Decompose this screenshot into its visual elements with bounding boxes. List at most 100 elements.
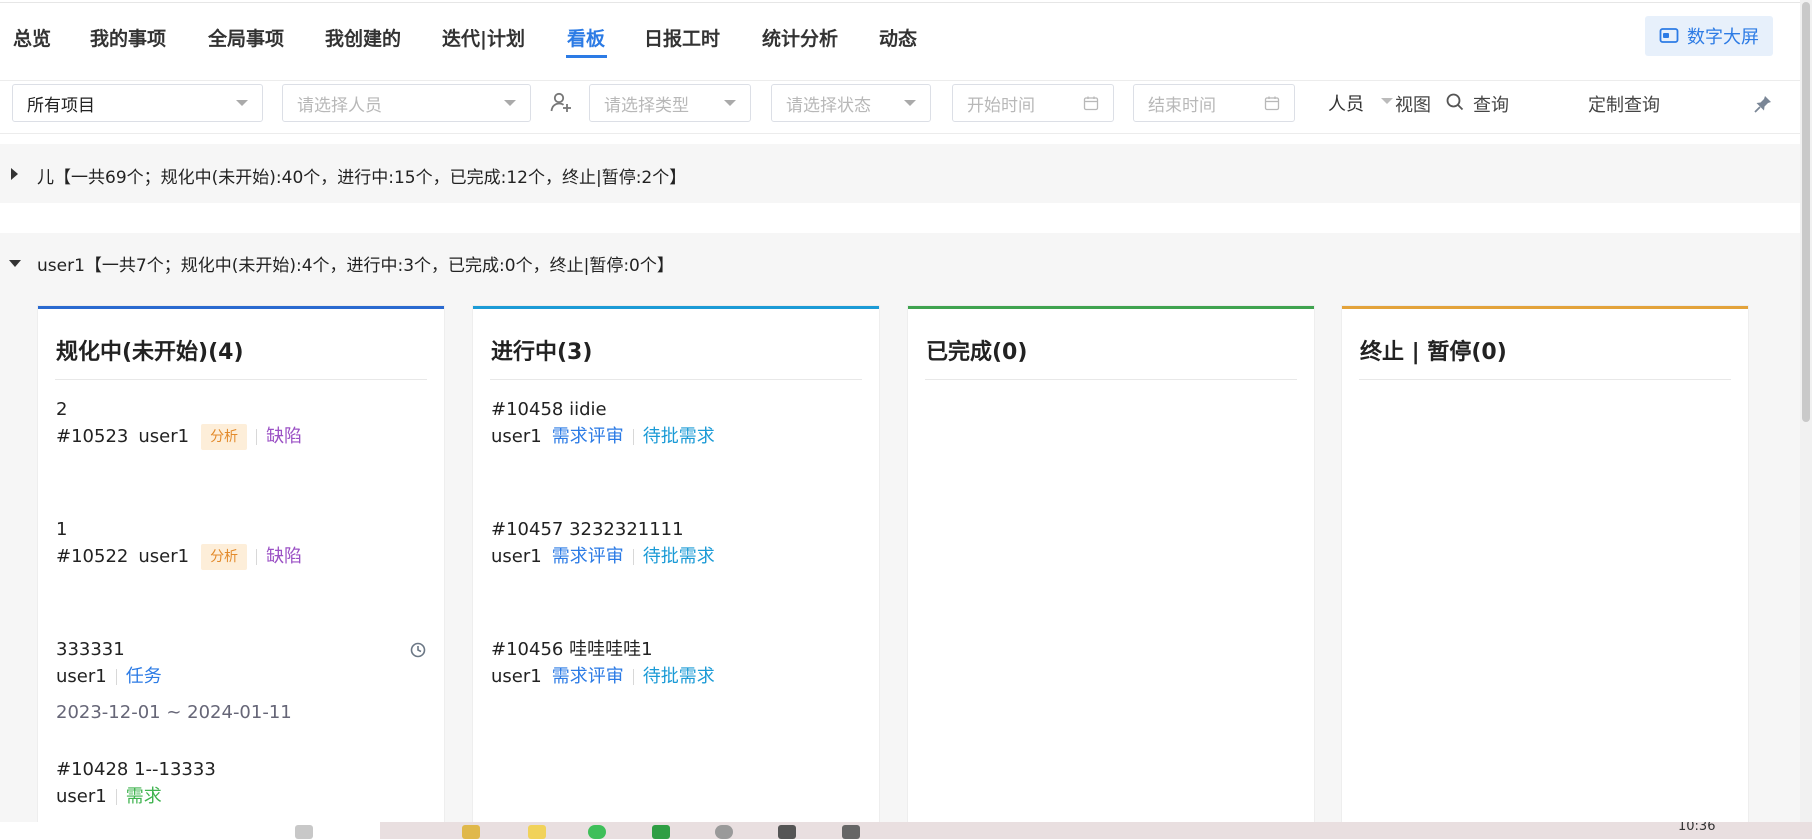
- card-meta: user1 需求评审 待批需求: [491, 424, 862, 450]
- chevron-down-icon: [236, 100, 248, 106]
- card-type: 缺陷: [266, 546, 303, 567]
- column-divider: [55, 379, 427, 380]
- start-date-placeholder: 开始时间: [967, 95, 1035, 116]
- app-icon[interactable]: [842, 825, 860, 839]
- card-meta: user1 需求评审 待批需求: [491, 544, 862, 570]
- app-icon[interactable]: [715, 825, 733, 839]
- card-type: 需求: [125, 786, 162, 807]
- separator: [632, 429, 634, 445]
- group-title[interactable]: user1【一共7个；规化中(未开始):4个，进行中:3个，已完成:0个，终止|…: [37, 251, 674, 276]
- kanban-card[interactable]: 2 #10523 user1 分析 缺陷: [56, 398, 427, 450]
- status-select[interactable]: 请选择状态: [771, 84, 931, 122]
- card-title: #10457 3232321111: [491, 519, 684, 540]
- caret-down-icon[interactable]: [9, 260, 21, 267]
- nav-item-my-items[interactable]: 我的事项: [90, 27, 166, 51]
- kanban-column-paused: 终止 | 暂停(0): [1342, 306, 1748, 836]
- card-user: user1: [491, 666, 542, 687]
- kanban-column-in-progress: 进行中(3) #10458 iidie user1 需求评审 待批需求 #104…: [473, 306, 879, 836]
- project-select[interactable]: 所有项目: [12, 84, 263, 122]
- chevron-down-icon: [724, 100, 736, 106]
- kanban-card[interactable]: #10457 3232321111 user1 需求评审 待批需求: [491, 518, 862, 570]
- group-header-collapsed[interactable]: 儿【一共69个；规化中(未开始):40个，进行中:15个，已完成:12个，终止|…: [0, 144, 1800, 203]
- nav-item-kanban[interactable]: 看板: [567, 27, 605, 51]
- person-select[interactable]: 请选择人员: [282, 84, 531, 122]
- taskbar-search-area[interactable]: [0, 822, 380, 839]
- type-select[interactable]: 请选择类型: [589, 84, 751, 122]
- caret-right-icon[interactable]: [11, 168, 18, 180]
- calendar-icon: [1083, 96, 1099, 111]
- app-icon[interactable]: [588, 825, 606, 839]
- query-button[interactable]: 查询: [1473, 91, 1509, 117]
- kanban-card[interactable]: #10456 哇哇哇哇1 user1 需求评审 待批需求: [491, 638, 862, 690]
- add-user-icon[interactable]: [549, 90, 573, 114]
- card-stage: 需求评审: [551, 546, 624, 567]
- column-title: 终止 | 暂停(0): [1360, 340, 1507, 365]
- vertical-scrollbar[interactable]: [1800, 0, 1812, 822]
- custom-query-button[interactable]: 定制查询: [1588, 91, 1660, 117]
- nav-item-activity[interactable]: 动态: [879, 27, 917, 51]
- app-icon[interactable]: [295, 825, 313, 839]
- folder-icon[interactable]: [462, 825, 480, 839]
- card-type: 待批需求: [642, 666, 715, 687]
- search-icon[interactable]: [1444, 91, 1466, 113]
- card-stage: 需求评审: [551, 666, 624, 687]
- card-id: #10522: [56, 546, 129, 567]
- digital-screen-label: 数字大屏: [1687, 27, 1759, 48]
- card-user: user1: [491, 546, 542, 567]
- clock-time[interactable]: 10:36: [1678, 822, 1715, 834]
- card-user: user1: [491, 426, 542, 447]
- view-label[interactable]: 视图: [1395, 91, 1431, 117]
- chevron-down-icon: [504, 100, 516, 106]
- os-taskbar: 10:36: [0, 822, 1812, 839]
- card-title: 2: [56, 399, 68, 420]
- person-select-placeholder: 请选择人员: [297, 95, 382, 116]
- chevron-down-icon[interactable]: [1381, 98, 1393, 104]
- card-user: user1: [138, 546, 190, 567]
- kanban-card[interactable]: 1 #10522 user1 分析 缺陷: [56, 518, 427, 570]
- column-title: 进行中(3): [491, 340, 593, 365]
- kanban-page: 总览 我的事项 全局事项 我创建的 迭代|计划 看板 日报工时 统计分析 动态 …: [0, 0, 1812, 839]
- kanban-card[interactable]: 333331 user1 任务 2023-12-01 ~ 2024-01-11: [56, 638, 427, 723]
- filter-bar: 所有项目 请选择人员 请选择类型 请选择状态 开始时间 结束时间: [0, 80, 1800, 134]
- screen-icon: [1659, 28, 1679, 43]
- digital-screen-button[interactable]: 数字大屏: [1645, 16, 1773, 56]
- separator: [115, 669, 117, 685]
- end-date-input[interactable]: 结束时间: [1133, 84, 1295, 122]
- column-divider: [925, 379, 1297, 380]
- main-area: 总览 我的事项 全局事项 我创建的 迭代|计划 看板 日报工时 统计分析 动态 …: [0, 0, 1800, 836]
- group-title: 儿【一共69个；规化中(未开始):40个，进行中:15个，已完成:12个，终止|…: [37, 168, 687, 188]
- active-tab-underline: [566, 55, 607, 58]
- pin-icon[interactable]: [1753, 94, 1773, 114]
- separator: [256, 549, 258, 565]
- clock-icon: [410, 642, 426, 658]
- card-meta: user1 需求: [56, 784, 427, 810]
- people-dimension-label[interactable]: 人员: [1328, 90, 1364, 116]
- stage-tag: 分析: [201, 544, 248, 570]
- card-title: #10428 1--13333: [56, 759, 216, 780]
- nav-item-overview[interactable]: 总览: [13, 27, 51, 51]
- nav-item-iteration-plan[interactable]: 迭代|计划: [442, 27, 525, 51]
- kanban-card[interactable]: #10458 iidie user1 需求评审 待批需求: [491, 398, 862, 450]
- card-date-range: 2023-12-01 ~ 2024-01-11: [56, 702, 292, 723]
- kanban-card[interactable]: #10428 1--13333 user1 需求: [56, 758, 427, 810]
- calendar-icon: [1264, 96, 1280, 111]
- project-select-value: 所有项目: [27, 95, 95, 116]
- card-user: user1: [56, 666, 107, 687]
- type-select-placeholder: 请选择类型: [604, 95, 689, 116]
- scrollbar-thumb[interactable]: [1802, 2, 1810, 422]
- end-date-placeholder: 结束时间: [1148, 95, 1216, 116]
- nav-item-statistics[interactable]: 统计分析: [762, 27, 838, 51]
- nav-item-daily-hours[interactable]: 日报工时: [644, 27, 720, 51]
- app-icon[interactable]: [528, 825, 546, 839]
- app-icon[interactable]: [652, 825, 670, 839]
- card-title: 333331: [56, 639, 125, 660]
- separator: [256, 429, 258, 445]
- nav-item-global-items[interactable]: 全局事项: [208, 27, 284, 51]
- card-meta: user1 任务: [56, 664, 427, 690]
- start-date-input[interactable]: 开始时间: [952, 84, 1114, 122]
- stage-tag: 分析: [201, 424, 248, 450]
- column-divider: [1359, 379, 1731, 380]
- kanban-column-not-started: 规化中(未开始)(4) 2 #10523 user1 分析 缺陷 1 #1052…: [38, 306, 444, 836]
- app-icon[interactable]: [778, 825, 796, 839]
- nav-item-created-by-me[interactable]: 我创建的: [325, 27, 401, 51]
